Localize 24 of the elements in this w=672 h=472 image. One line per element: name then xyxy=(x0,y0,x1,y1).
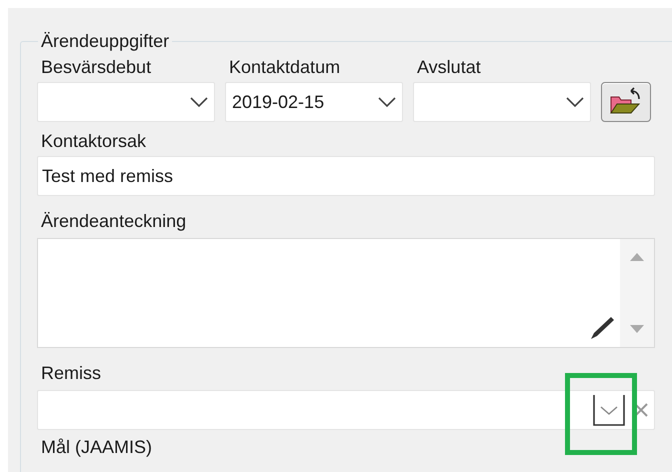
date-dropdown[interactable] xyxy=(413,82,591,122)
field-label: Avslutat xyxy=(416,56,482,78)
open-folder-button[interactable] xyxy=(601,82,651,122)
scrollbar[interactable] xyxy=(620,239,654,347)
chevron-down-icon xyxy=(566,97,584,107)
dropdown-icon[interactable] xyxy=(592,393,626,427)
text-field[interactable]: Test med remiss xyxy=(37,156,655,196)
field-label: Remiss xyxy=(40,362,102,384)
chevron-down-icon xyxy=(190,97,208,107)
field-label: Kontaktorsak xyxy=(40,130,148,152)
scroll-down-icon[interactable] xyxy=(630,325,644,333)
field-label: Besvärsdebut xyxy=(40,56,152,78)
group-title: Ärendeuppgifter xyxy=(40,30,170,52)
scroll-up-icon[interactable] xyxy=(630,253,644,261)
field-label: Mål (JAAMIS) xyxy=(40,436,154,458)
note-textarea[interactable] xyxy=(37,238,655,348)
field-label: Ärendeanteckning xyxy=(40,210,188,232)
clear-icon[interactable] xyxy=(634,403,648,417)
date-dropdown[interactable] xyxy=(37,82,215,122)
pencil-icon xyxy=(588,315,616,341)
chevron-down-icon xyxy=(378,97,396,107)
date-dropdown[interactable]: 2019-02-15 xyxy=(225,82,403,122)
field-label: Kontaktdatum xyxy=(228,56,342,78)
referral-field[interactable] xyxy=(37,390,655,430)
